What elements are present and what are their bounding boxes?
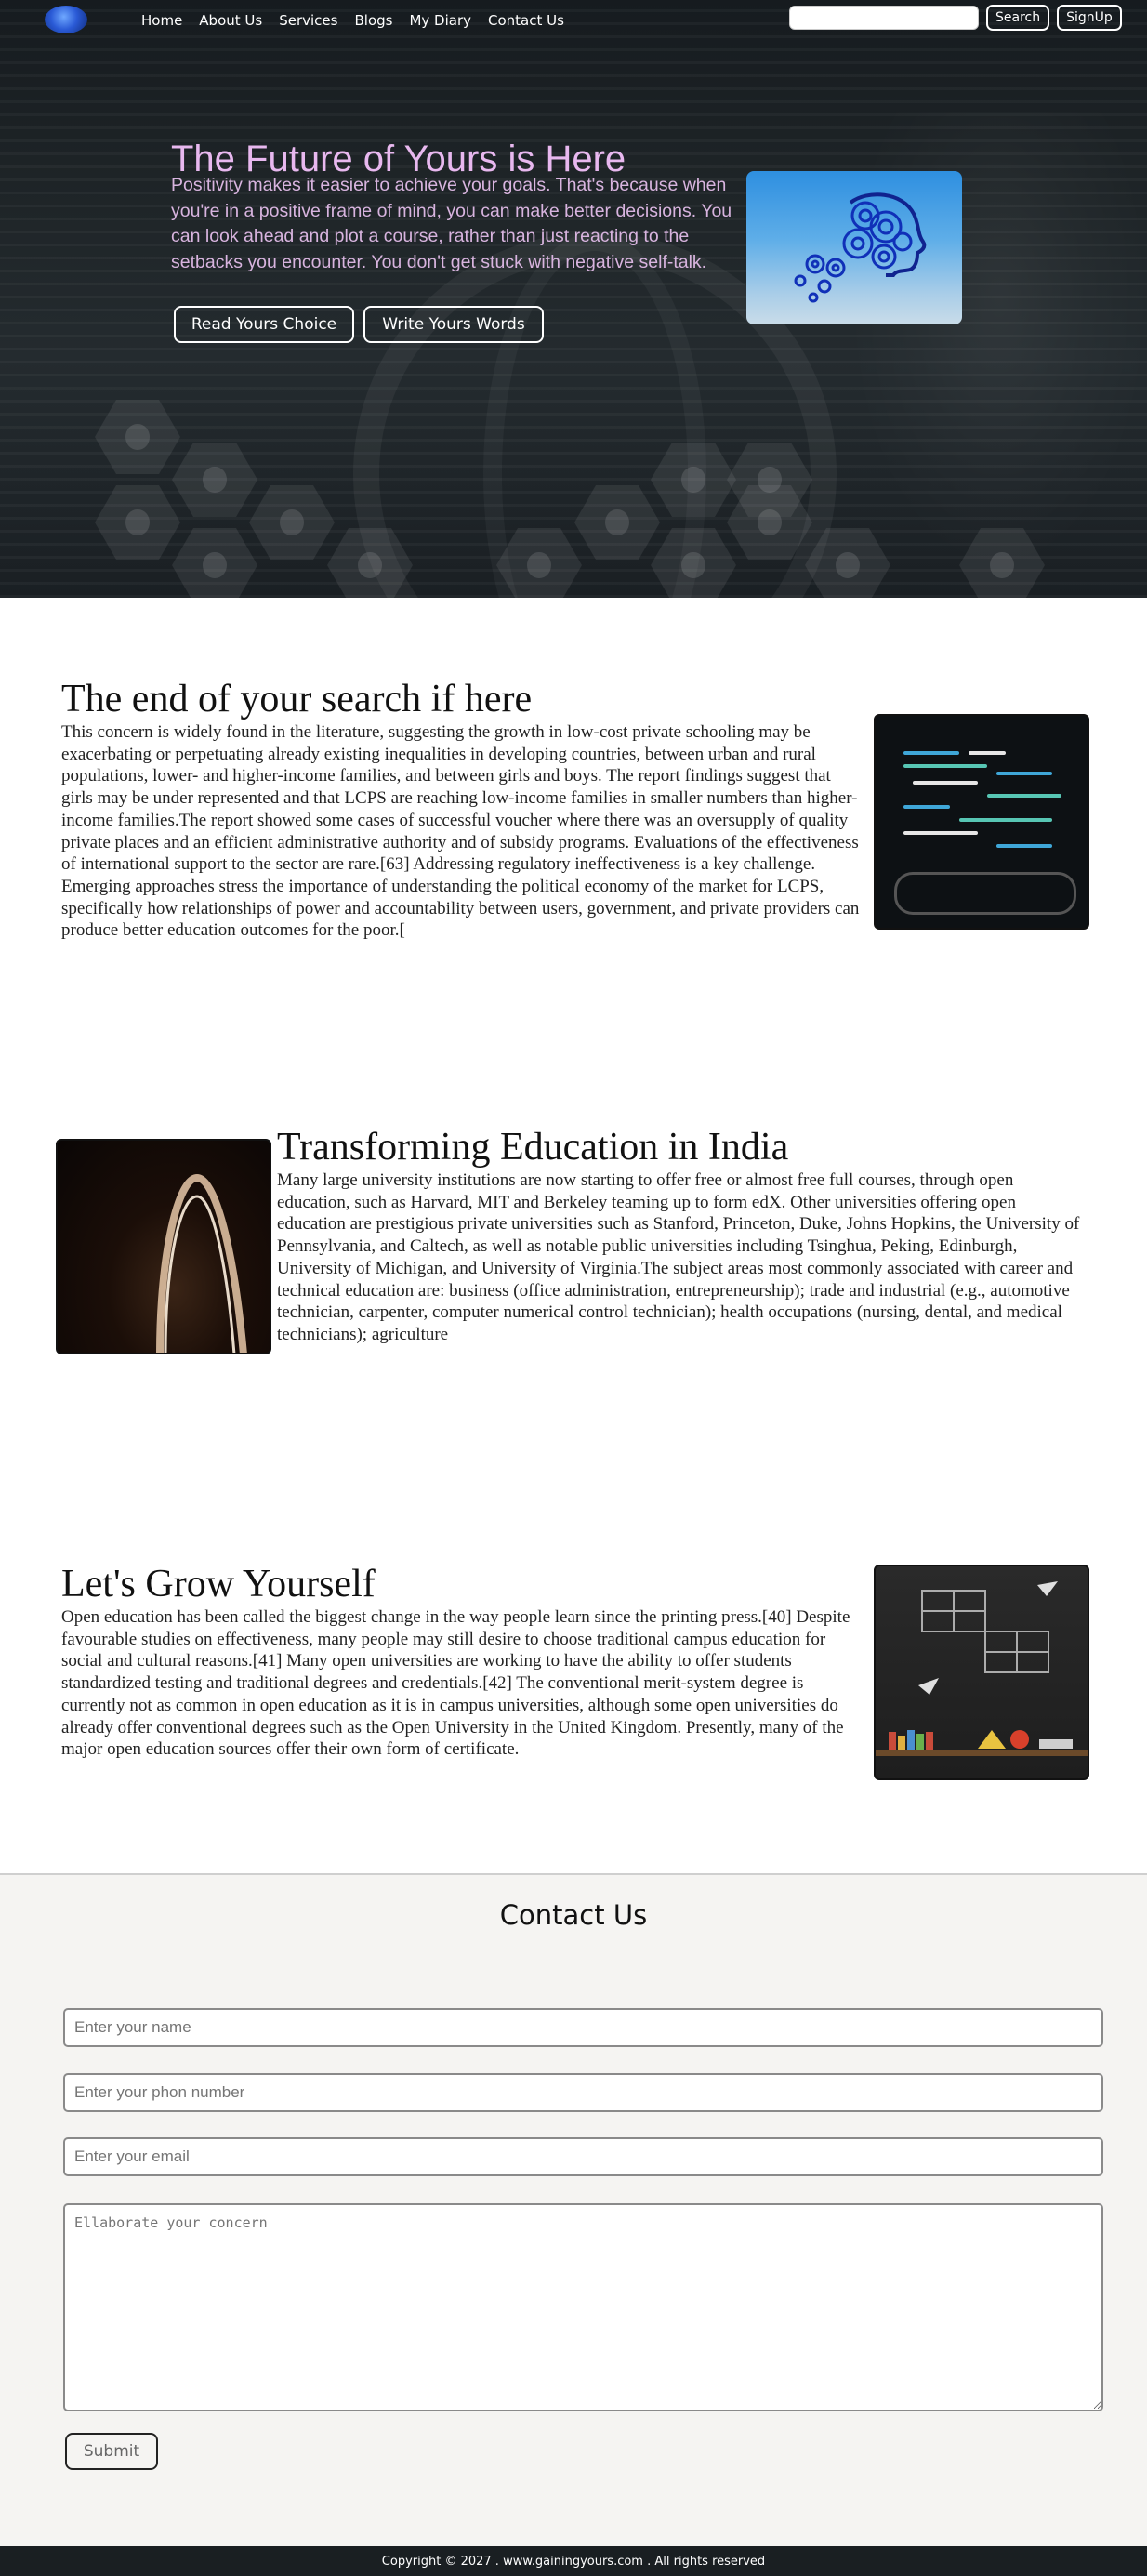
name-field[interactable] — [63, 2008, 1103, 2047]
code-line — [903, 751, 959, 755]
read-choice-button[interactable]: Read Yours Choice — [174, 306, 354, 343]
nav-link-blogs[interactable]: Blogs — [354, 12, 392, 29]
nav-search-area: Search SignUp — [789, 5, 1122, 31]
nav-link-about-us[interactable]: About Us — [199, 12, 262, 29]
code-line — [903, 805, 950, 809]
section-2-title: Transforming Education in India — [277, 1126, 789, 1169]
section-3-text: Open education has been called the bigge… — [61, 1607, 850, 1760]
section-1-text: This concern is widely found in the lite… — [61, 722, 860, 941]
phone-field[interactable] — [63, 2073, 1103, 2112]
code-line — [913, 781, 978, 785]
nav-link-home[interactable]: Home — [141, 12, 182, 29]
code-line — [996, 844, 1052, 848]
chalkboard-drawing-icon — [876, 1581, 1088, 1756]
gears-head-icon — [794, 192, 927, 303]
hero-gears-image — [746, 171, 962, 324]
submit-button[interactable]: Submit — [65, 2433, 158, 2470]
hero-section: The Future of Yours is Here Positivity m… — [0, 0, 1147, 598]
code-line — [969, 751, 1006, 755]
contact-title: Contact Us — [499, 1899, 648, 1931]
nav-links: Home About Us Services Blogs My Diary Co… — [141, 0, 581, 41]
section-2-flame-image — [56, 1139, 271, 1354]
search-button[interactable]: Search — [986, 5, 1050, 31]
footer: Copyright © 2027 . www.gainingyours.com … — [0, 2546, 1147, 2576]
write-words-button[interactable]: Write Yours Words — [363, 306, 544, 343]
code-line — [996, 772, 1052, 775]
contact-section: Contact Us Submit — [0, 1873, 1147, 2548]
top-navbar: Home About Us Services Blogs My Diary Co… — [0, 0, 1147, 41]
section-3-title: Let's Grow Yourself — [61, 1563, 376, 1605]
logo-icon[interactable] — [45, 6, 87, 33]
hero-text: Positivity makes it easier to achieve yo… — [171, 175, 732, 272]
section-1-code-image — [874, 714, 1089, 930]
section-2-text: Many large university institutions are n… — [277, 1170, 1080, 1344]
section-3-chalkboard-image — [874, 1565, 1089, 1780]
search-input[interactable] — [789, 6, 979, 30]
concern-textarea[interactable] — [63, 2203, 1103, 2411]
email-field[interactable] — [63, 2137, 1103, 2176]
glasses-shape — [894, 872, 1076, 915]
code-line — [987, 794, 1061, 798]
nav-link-my-diary[interactable]: My Diary — [409, 12, 471, 29]
nav-link-services[interactable]: Services — [279, 12, 337, 29]
footer-copyright: Copyright © 2027 . www.gainingyours.com … — [381, 2554, 766, 2569]
nav-link-contact-us[interactable]: Contact Us — [488, 12, 564, 29]
code-line — [959, 818, 1052, 822]
flame-arc-icon — [156, 1173, 247, 1353]
code-line — [903, 831, 978, 835]
section-1-title: The end of your search if here — [61, 678, 533, 720]
signup-button[interactable]: SignUp — [1057, 5, 1122, 31]
code-line — [903, 764, 987, 768]
